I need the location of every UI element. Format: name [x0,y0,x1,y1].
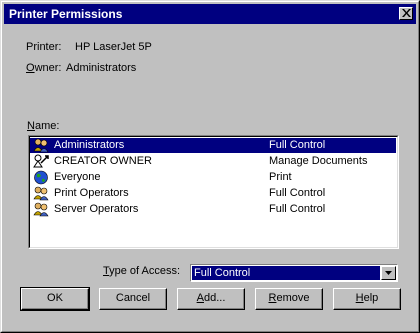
remove-button[interactable]: Remove [255,288,323,310]
chevron-down-icon [385,271,392,275]
name-listbox[interactable]: Administrators Full Control CREATOR OWNER M… [28,135,399,249]
list-item-name: Server Operators [54,203,139,215]
owner-value: Administrators [66,62,137,74]
list-item-permission: Full Control [269,187,326,199]
close-icon [402,9,411,17]
window-title: Printer Permissions [9,7,123,21]
group-icon [33,138,49,153]
name-list-label: Name: [27,120,60,132]
ok-button[interactable]: OK [20,287,90,311]
list-item-permission: Full Control [269,203,326,215]
list-item-name: Print Operators [54,187,129,199]
group-icon [33,202,49,217]
cancel-button[interactable]: Cancel [99,288,167,310]
list-item[interactable]: Everyone Print [30,170,396,185]
list-item-name: Everyone [54,171,101,183]
dropdown-button[interactable] [381,266,396,280]
title-bar[interactable]: Printer Permissions [4,4,416,24]
list-item-permission: Full Control [269,139,326,151]
list-item-name: CREATOR OWNER [54,155,152,167]
list-item[interactable]: Print Operators Full Control [30,186,396,201]
globe-icon [33,170,49,185]
group-icon [33,186,49,201]
list-item-name: Administrators [54,139,125,151]
type-of-access-dropdown[interactable]: Full Control [190,264,398,282]
list-item[interactable]: Administrators Full Control [30,138,396,153]
help-button[interactable]: Help [333,288,401,310]
printer-value: HP LaserJet 5P [75,41,152,53]
printer-label: Printer: [26,41,62,53]
close-button[interactable] [399,7,413,20]
creator-owner-icon [33,154,49,169]
type-of-access-value: Full Control [192,266,380,280]
owner-label: Owner: [26,62,62,74]
type-of-access-label: Type of Access: [103,265,181,277]
list-item[interactable]: CREATOR OWNER Manage Documents [30,154,396,169]
list-item-permission: Manage Documents [269,155,368,167]
add-button[interactable]: Add... [177,288,245,310]
list-item[interactable]: Server Operators Full Control [30,202,396,217]
list-item-permission: Print [269,171,292,183]
printer-permissions-dialog: Printer Permissions Printer: HP LaserJet… [0,0,420,333]
